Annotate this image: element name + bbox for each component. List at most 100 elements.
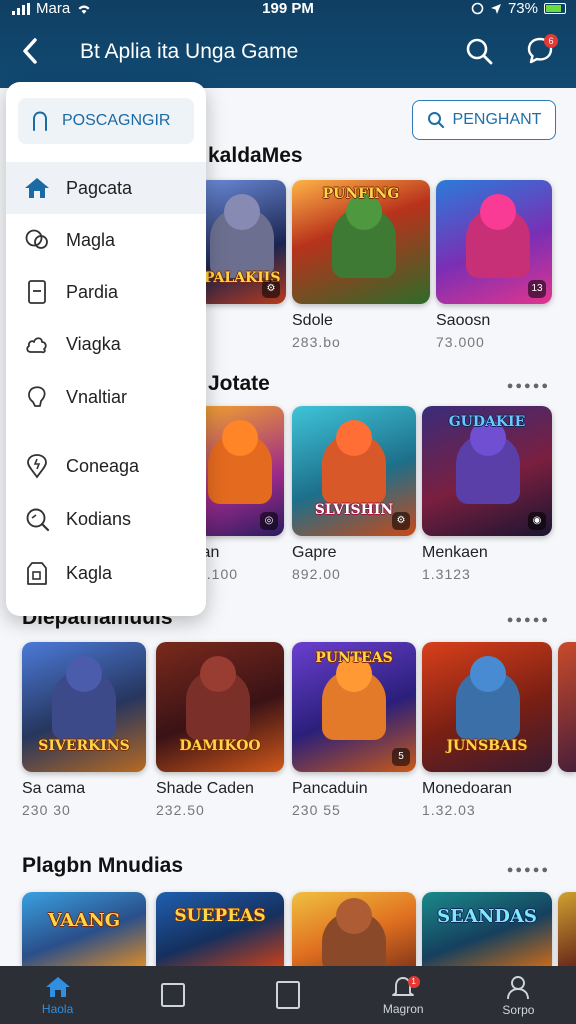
- game-card[interactable]: [292, 892, 416, 966]
- game-card[interactable]: PALAKIIS ⚙: [198, 180, 286, 304]
- more-icon[interactable]: ●●●●●: [507, 614, 550, 626]
- search-button[interactable]: [464, 36, 496, 68]
- game-badge: 13: [528, 280, 546, 298]
- user-icon: [507, 975, 530, 999]
- document-icon: [28, 280, 46, 304]
- nav-label: Sorpo: [502, 1002, 535, 1017]
- square-icon: [276, 981, 300, 1009]
- app-screen: Mara 199 PM 73% Bt Aplia ita Unga Game 6: [0, 0, 576, 1024]
- game-meta: 1.32.03: [422, 802, 476, 818]
- game-badge-icon: ⚙: [392, 512, 410, 530]
- game-card[interactable]: ◎ ian 3.100: [198, 406, 284, 582]
- game-card[interactable]: SLVISHIN ⚙ Gapre 892.00: [292, 406, 416, 582]
- game-card[interactable]: 13 Saoosn 73.000: [436, 180, 552, 350]
- game-meta: 283.bo: [292, 334, 341, 350]
- game-card[interactable]: JUNSBAIS Monedoaran 1.32.03: [422, 642, 552, 818]
- game-thumbnail: [558, 642, 576, 772]
- drawer-item-home[interactable]: Pagcata: [6, 162, 206, 214]
- game-logo: DAMIKOO: [179, 738, 261, 754]
- game-logo: GUDAKIE: [448, 414, 526, 430]
- location-arrow-icon: [490, 3, 501, 14]
- game-logo: PUNFING: [322, 186, 400, 202]
- home-icon: [25, 178, 49, 198]
- drawer-item-location[interactable]: Coneaga: [6, 440, 206, 492]
- game-meta: 230 55: [292, 802, 341, 818]
- drawer-item-label: Kagla: [66, 562, 113, 583]
- nav-home[interactable]: Haola: [0, 966, 115, 1024]
- bulb-icon: [28, 386, 46, 407]
- back-button[interactable]: [20, 36, 48, 68]
- drawer-item-search[interactable]: Kodians: [6, 493, 206, 545]
- primary-action-label: PENGHANT: [452, 111, 542, 128]
- drawer-item-label: Coneaga: [66, 455, 140, 476]
- game-title: Sdole: [292, 312, 333, 329]
- game-card[interactable]: PUNFING Sdole 283.bo: [292, 180, 430, 350]
- game-meta: 892.00: [292, 566, 341, 582]
- game-card[interactable]: SEANDAS: [422, 892, 552, 966]
- nav-badge: 1: [407, 976, 420, 988]
- location-icon: [27, 454, 47, 479]
- game-card[interactable]: GUDAKIE ◉ Menkaen 1.3123: [422, 406, 552, 582]
- drawer-item-document[interactable]: Pardia: [6, 266, 206, 318]
- notifications-button[interactable]: 6: [524, 34, 558, 68]
- game-title: Sa cama: [22, 780, 86, 797]
- nav-square-1[interactable]: [115, 966, 230, 1024]
- game-title: Shade Caden: [156, 780, 254, 797]
- game-card[interactable]: SIVERKINS Sa cama 230 30: [22, 642, 146, 818]
- game-logo: PUNTEAS: [315, 650, 393, 666]
- app-header: Bt Aplia ita Unga Game 6: [0, 28, 576, 76]
- game-card[interactable]: SUEPEAS: [156, 892, 284, 966]
- game-card[interactable]: VAANG: [22, 892, 146, 966]
- battery-percent: 73%: [507, 0, 538, 17]
- search-icon: [26, 508, 50, 532]
- game-thumbnail: JUNSBAIS: [422, 642, 552, 772]
- game-logo: JUNSBAIS: [446, 738, 528, 754]
- game-badge-icon: ◎: [260, 512, 278, 530]
- section-title: kaldaMes: [208, 144, 303, 167]
- game-thumbnail: 13: [436, 180, 552, 304]
- nav-profile[interactable]: Sorpo: [461, 966, 576, 1024]
- primary-action-button[interactable]: PENGHANT: [412, 100, 556, 140]
- drawer-header-button[interactable]: POSCAGNGIR: [18, 98, 194, 144]
- cloud-icon: [26, 337, 47, 354]
- game-thumbnail: DAMIKOO: [156, 642, 284, 772]
- nav-label: Magron: [382, 1001, 424, 1016]
- more-icon[interactable]: ●●●●●: [507, 380, 550, 392]
- game-logo: SEANDAS: [437, 906, 537, 927]
- status-bar: Mara 199 PM 73%: [0, 0, 576, 20]
- drawer-item-bulb[interactable]: Vnaltiar: [6, 371, 206, 423]
- nav-messages[interactable]: 1 Magron: [346, 966, 461, 1024]
- top-bar: Mara 199 PM 73% Bt Aplia ita Unga Game 6: [0, 0, 576, 88]
- game-thumbnail: ◎: [198, 406, 284, 536]
- square-icon: [160, 983, 185, 1007]
- page-title: Bt Aplia ita Unga Game: [80, 40, 299, 63]
- more-icon[interactable]: ●●●●●: [507, 864, 550, 876]
- drawer-item-shop[interactable]: Kagla: [6, 547, 206, 599]
- drawer-item-chat[interactable]: Magla: [6, 214, 206, 266]
- game-meta: 73.000: [436, 334, 485, 350]
- game-meta: 232.50: [156, 802, 205, 818]
- game-card-partial[interactable]: [558, 642, 576, 772]
- game-thumbnail: SIVERKINS: [22, 642, 146, 772]
- drawer-item-label: Vnaltiar: [66, 386, 128, 407]
- drawer-header-label: POSCAGNGIR: [62, 112, 171, 129]
- drawer-item-label: Viagka: [66, 333, 121, 354]
- section-title: Plagbn Mnudias: [22, 854, 184, 877]
- chevron-left-icon: [23, 38, 37, 64]
- game-card-partial[interactable]: [558, 892, 576, 966]
- drawer-item-cloud[interactable]: Viagka: [6, 318, 206, 370]
- game-card[interactable]: PUNTEAS 5 Pancaduin 230 55: [292, 642, 416, 818]
- game-badge-icon: ◉: [528, 512, 546, 530]
- chat-icon: [25, 229, 48, 249]
- game-thumbnail: SEANDAS: [422, 892, 552, 966]
- game-thumbnail: PALAKIIS ⚙: [198, 180, 286, 304]
- game-card[interactable]: DAMIKOO Shade Caden 232.50: [156, 642, 284, 818]
- bottom-navigation: Haola 1 Magron Sorpo: [0, 966, 576, 1024]
- nav-square-2[interactable]: [230, 966, 345, 1024]
- game-thumbnail: PUNFING: [292, 180, 430, 304]
- battery-icon: [544, 3, 566, 14]
- drawer-item-label: Kodians: [66, 508, 132, 529]
- drawer-item-label: Magla: [66, 229, 116, 250]
- game-title: Saoosn: [436, 312, 491, 329]
- section-title: Jotate: [208, 372, 270, 395]
